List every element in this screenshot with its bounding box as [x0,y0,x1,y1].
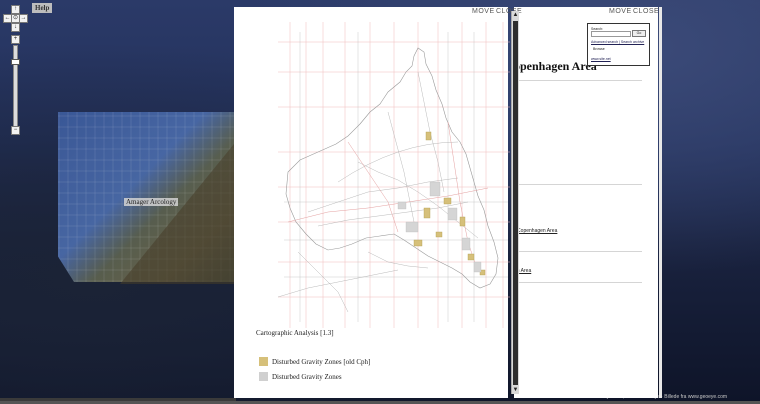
zoom-slider[interactable] [13,45,18,127]
grid-lines [278,22,510,328]
divider [516,282,642,283]
search-widget: Search: Go Advanced search | Search arch… [587,23,650,66]
help-button[interactable]: Help [32,3,53,13]
legend-swatch-old [259,357,268,366]
divider [516,80,642,81]
info-move-button[interactable]: MOVE [609,8,632,15]
pan-right-button[interactable]: → [19,14,28,23]
zoom-out-button[interactable]: − [11,126,20,135]
divider [516,184,642,185]
advanced-search-link[interactable]: Advanced search | Search archive [591,40,644,44]
pan-up-button[interactable]: ↑ [11,5,20,14]
red-roads [287,121,489,273]
info-close-button[interactable]: CLOSE [633,8,659,15]
search-input[interactable] [591,31,631,37]
legend-swatch-current [259,372,268,381]
overlay-scrollbar[interactable]: ▲ ▼ [511,11,519,394]
info-link[interactable]: r Copenhagen Area [514,228,557,234]
base-map-lines [284,32,508,322]
legend-label: Disturbed Gravity Zones [272,373,342,381]
zoom-in-button[interactable]: + [11,35,20,44]
map-place-label[interactable]: Amager Arcology [124,198,179,206]
cartographic-analysis-map [277,22,510,328]
search-hint: Browse [593,47,605,51]
pan-down-button[interactable]: ↓ [11,23,20,32]
divider [516,251,642,252]
legend-label: Disturbed Gravity Zones [old Cph] [272,358,371,366]
scroll-up-arrow-icon[interactable]: ▲ [512,11,519,19]
archive-link[interactable]: www.site.net [591,57,611,61]
map-navigation-control: ↑ ← ⊙ → ↓ + − [3,3,29,138]
search-go-button[interactable]: Go [632,30,646,37]
info-panel-title: openhagen Area [514,59,597,73]
map-caption: Cartographic Analysis [1.3] [256,329,334,337]
scroll-down-arrow-icon[interactable]: ▼ [512,386,519,394]
scrollbar-thumb[interactable] [513,21,518,385]
coastline [285,47,499,289]
info-panel-edge [659,7,662,398]
zoom-slider-handle[interactable] [11,59,20,65]
